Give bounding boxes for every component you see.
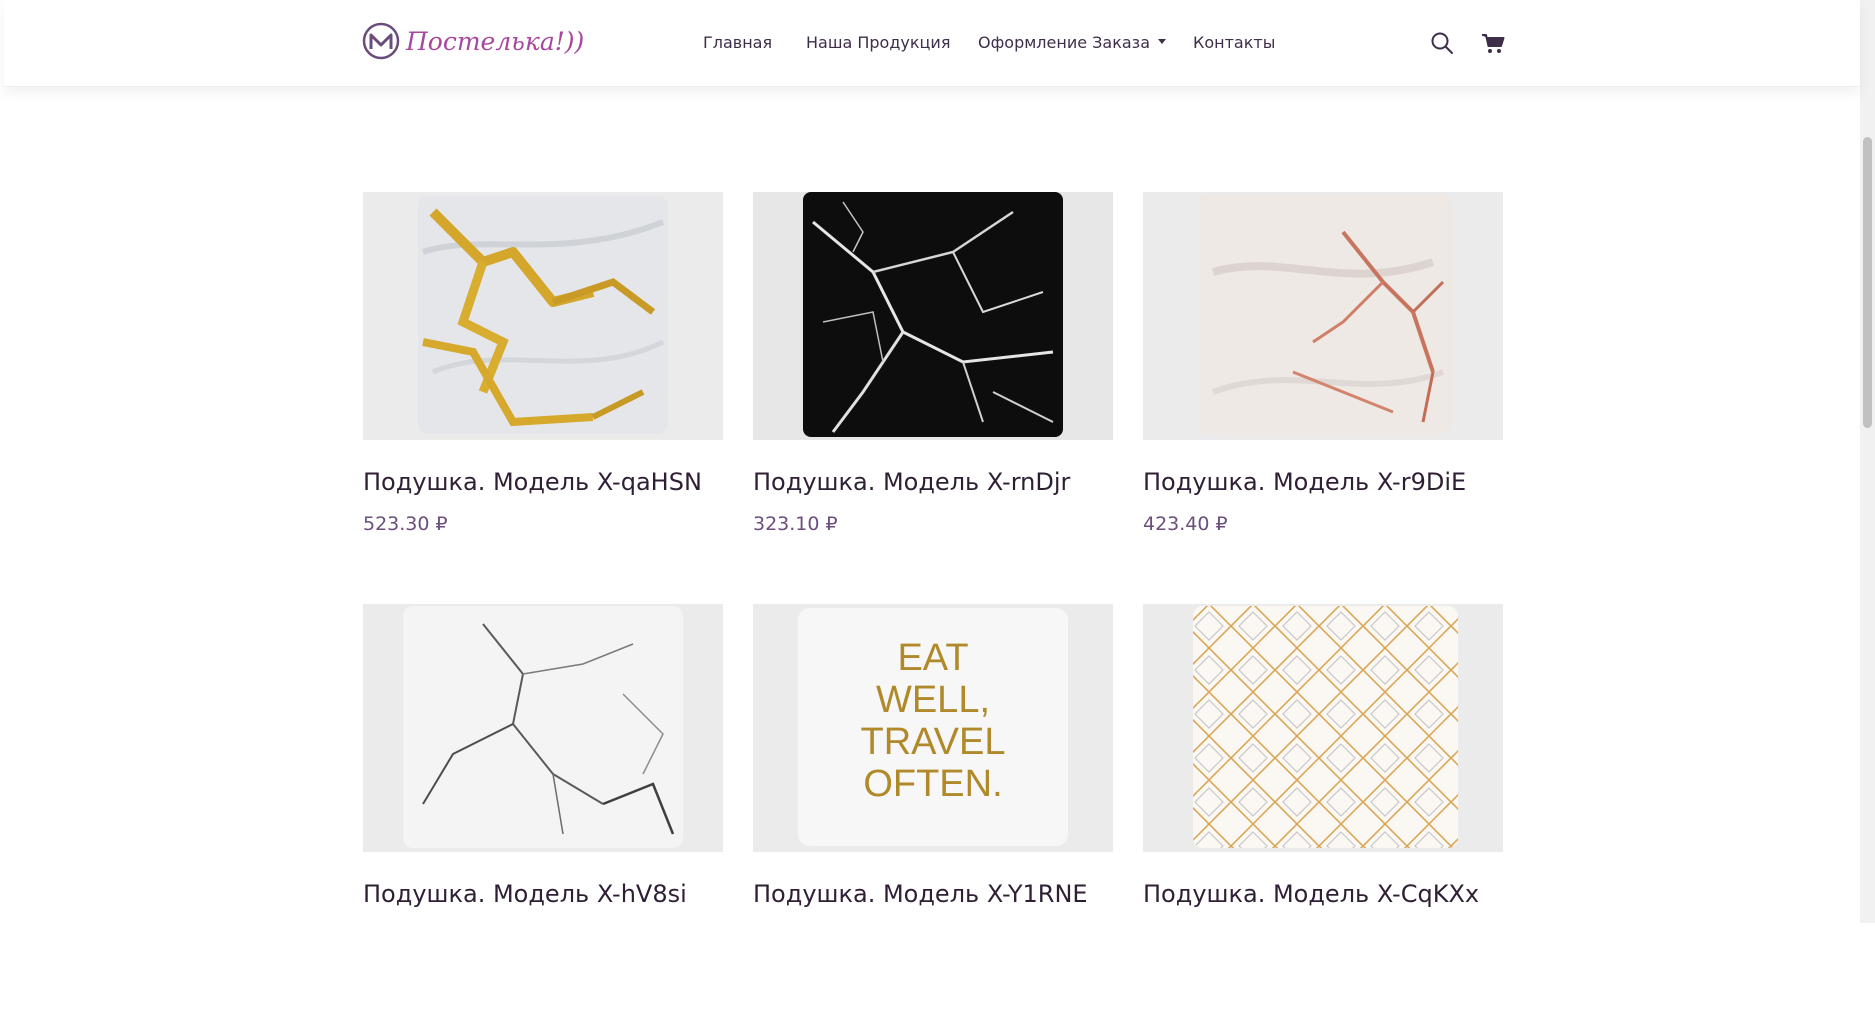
- product-card[interactable]: EAT WELL, TRAVEL OFTEN. Подушка. Модель …: [753, 604, 1113, 1016]
- cart-button[interactable]: [1480, 30, 1506, 56]
- site-header: Постелька!)) Главная Наша Продукция Офор…: [4, 0, 1860, 87]
- product-image[interactable]: [363, 192, 723, 440]
- main-nav: Главная Наша Продукция Оформление Заказа…: [4, 30, 1860, 56]
- chevron-down-icon: [1158, 39, 1166, 44]
- scrollbar-thumb[interactable]: [1863, 137, 1872, 428]
- pillow-text-line: EAT: [897, 637, 968, 679]
- product-card[interactable]: Подушка. Модель X-r9DiE 423.40 ₽: [1143, 192, 1503, 604]
- nav-item-contacts[interactable]: Контакты: [1193, 30, 1275, 56]
- product-title[interactable]: Подушка. Модель X-Y1RNE: [753, 878, 1113, 910]
- nav-item-home[interactable]: Главная: [703, 30, 772, 56]
- product-title[interactable]: Подушка. Модель X-qaHSN: [363, 466, 723, 498]
- product-grid: Подушка. Модель X-qaHSN 523.30 ₽ Подушка…: [363, 192, 1504, 1016]
- product-title[interactable]: Подушка. Модель X-rnDjr: [753, 466, 1113, 498]
- product-image[interactable]: [1143, 192, 1503, 440]
- product-card[interactable]: Подушка. Модель X-CqKXx: [1143, 604, 1503, 1016]
- product-image[interactable]: [363, 604, 723, 852]
- product-price: 423.40 ₽: [1143, 513, 1228, 535]
- product-card[interactable]: Подушка. Модель X-qaHSN 523.30 ₽: [363, 192, 723, 604]
- nav-item-order-label: Оформление Заказа: [978, 33, 1150, 52]
- page-scrollbar[interactable]: [1860, 0, 1875, 923]
- pillow-text-line: OFTEN.: [863, 763, 1002, 805]
- search-button[interactable]: [1429, 30, 1455, 56]
- product-title[interactable]: Подушка. Модель X-CqKXx: [1143, 878, 1503, 910]
- product-price: 323.10 ₽: [753, 513, 838, 535]
- product-title[interactable]: Подушка. Модель X-hV8si: [363, 878, 723, 910]
- pillow-text-line: WELL,: [876, 679, 990, 721]
- nav-item-order[interactable]: Оформление Заказа: [978, 30, 1166, 56]
- product-image[interactable]: [1143, 604, 1503, 852]
- product-card[interactable]: Подушка. Модель X-hV8si: [363, 604, 723, 1016]
- search-icon: [1431, 32, 1453, 54]
- product-title[interactable]: Подушка. Модель X-r9DiE: [1143, 466, 1503, 498]
- product-price: 523.30 ₽: [363, 513, 448, 535]
- product-image[interactable]: [753, 192, 1113, 440]
- product-image[interactable]: EAT WELL, TRAVEL OFTEN.: [753, 604, 1113, 852]
- nav-item-products[interactable]: Наша Продукция: [806, 30, 950, 56]
- pillow-text-line: TRAVEL: [860, 721, 1005, 763]
- cart-icon: [1482, 34, 1505, 53]
- product-card[interactable]: Подушка. Модель X-rnDjr 323.10 ₽: [753, 192, 1113, 604]
